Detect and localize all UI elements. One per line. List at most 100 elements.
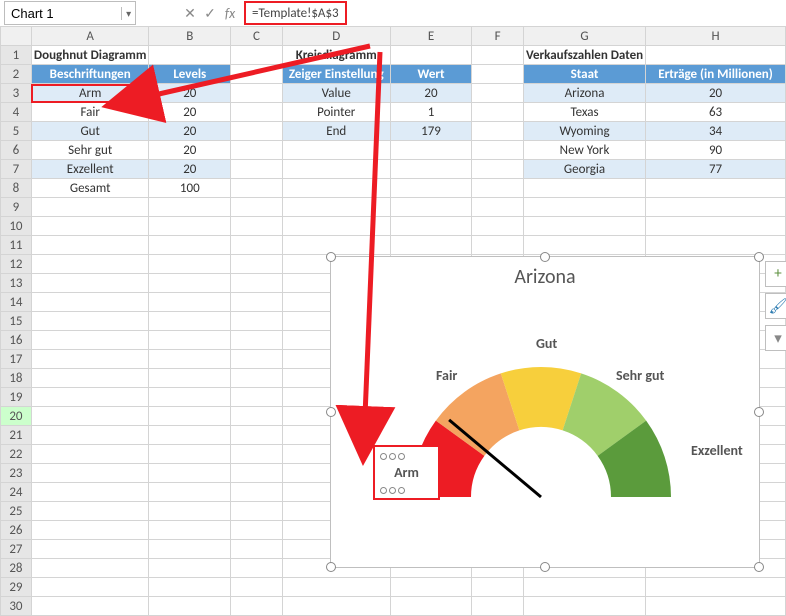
row-header-5[interactable]: 5 — [1, 122, 32, 141]
row-header-16[interactable]: 16 — [1, 331, 32, 350]
row-header-27[interactable]: 27 — [1, 540, 32, 559]
cell[interactable] — [31, 426, 149, 445]
cell[interactable] — [231, 179, 283, 198]
row-header-25[interactable]: 25 — [1, 502, 32, 521]
cell[interactable] — [390, 179, 472, 198]
row-header-6[interactable]: 6 — [1, 141, 32, 160]
cell[interactable] — [282, 597, 390, 616]
chart-object[interactable]: + 🖌 ▾ Arizona Arm Fair Gut Sehr gut Exz — [330, 256, 760, 568]
cell[interactable] — [149, 426, 231, 445]
col-header-E[interactable]: E — [390, 27, 472, 46]
cell[interactable]: Levels — [149, 65, 231, 84]
col-header-C[interactable]: C — [231, 27, 283, 46]
cell[interactable] — [231, 445, 283, 464]
resize-handle[interactable] — [540, 252, 550, 262]
cell[interactable] — [149, 274, 231, 293]
row-header-13[interactable]: 13 — [1, 274, 32, 293]
resize-handle[interactable] — [540, 562, 550, 572]
cell[interactable]: 20 — [149, 84, 231, 103]
row-header-4[interactable]: 4 — [1, 103, 32, 122]
cell[interactable]: 20 — [149, 103, 231, 122]
cell[interactable] — [523, 179, 645, 198]
cell[interactable]: Staat — [523, 65, 645, 84]
cell[interactable] — [231, 84, 283, 103]
chart-styles-button[interactable]: 🖌 — [765, 293, 786, 319]
cell[interactable] — [646, 46, 786, 65]
cell[interactable] — [31, 369, 149, 388]
row-header-30[interactable]: 30 — [1, 597, 32, 616]
cell[interactable] — [31, 559, 149, 578]
cell[interactable]: Wert — [390, 65, 472, 84]
cell[interactable] — [31, 312, 149, 331]
cell[interactable] — [231, 559, 283, 578]
cell[interactable] — [231, 293, 283, 312]
section-title[interactable]: Doughnut Diagramm — [31, 46, 149, 65]
cell[interactable] — [31, 597, 149, 616]
cell[interactable] — [149, 445, 231, 464]
cell[interactable] — [149, 331, 231, 350]
cell[interactable] — [31, 293, 149, 312]
cell[interactable] — [472, 122, 524, 141]
col-header-A[interactable]: A — [31, 27, 149, 46]
chart-title[interactable]: Arizona — [331, 265, 759, 289]
cell[interactable] — [472, 141, 524, 160]
cell[interactable] — [472, 597, 524, 616]
row-header-26[interactable]: 26 — [1, 521, 32, 540]
cell[interactable] — [646, 597, 786, 616]
row-header-2[interactable]: 2 — [1, 65, 32, 84]
row-header-9[interactable]: 9 — [1, 198, 32, 217]
cell[interactable] — [231, 141, 283, 160]
row-header-7[interactable]: 7 — [1, 160, 32, 179]
row-header-12[interactable]: 12 — [1, 255, 32, 274]
col-header-G[interactable]: G — [523, 27, 645, 46]
row-header-20[interactable]: 20 — [1, 407, 32, 426]
section-title[interactable]: Verkaufszahlen Daten — [523, 46, 645, 65]
cell[interactable] — [390, 141, 472, 160]
cell[interactable] — [282, 141, 390, 160]
cell[interactable] — [472, 103, 524, 122]
cell[interactable]: Georgia — [523, 160, 645, 179]
cell[interactable] — [523, 597, 645, 616]
cell[interactable] — [31, 388, 149, 407]
cell[interactable]: 34 — [646, 122, 786, 141]
cell[interactable] — [231, 274, 283, 293]
cell[interactable] — [231, 255, 283, 274]
resize-handle[interactable] — [326, 562, 336, 572]
cell[interactable] — [31, 483, 149, 502]
cell[interactable] — [149, 464, 231, 483]
select-all-corner[interactable] — [1, 27, 32, 46]
cell[interactable]: Sehr gut — [31, 141, 149, 160]
cell[interactable] — [472, 236, 524, 255]
cell[interactable] — [646, 578, 786, 597]
cell[interactable] — [149, 46, 231, 65]
row-header-10[interactable]: 10 — [1, 217, 32, 236]
cell[interactable]: Zeiger Einstellung — [282, 65, 390, 84]
chart-elements-button[interactable]: + — [765, 261, 786, 287]
cell[interactable]: 77 — [646, 160, 786, 179]
accept-icon[interactable]: ✓ — [200, 5, 220, 22]
cell[interactable] — [231, 160, 283, 179]
cell[interactable]: 20 — [149, 141, 231, 160]
cell[interactable] — [31, 445, 149, 464]
resize-handle[interactable] — [754, 562, 764, 572]
cell[interactable] — [231, 597, 283, 616]
cell[interactable]: Pointer — [282, 103, 390, 122]
cell[interactable] — [149, 236, 231, 255]
cell[interactable]: Exzellent — [31, 160, 149, 179]
cell[interactable] — [231, 407, 283, 426]
col-header-D[interactable]: D — [282, 27, 390, 46]
cell[interactable]: 20 — [390, 84, 472, 103]
cell[interactable] — [231, 464, 283, 483]
cell[interactable] — [231, 369, 283, 388]
cell[interactable]: 179 — [390, 122, 472, 141]
cell[interactable] — [31, 274, 149, 293]
cell[interactable]: End — [282, 122, 390, 141]
row-header-28[interactable]: 28 — [1, 559, 32, 578]
cell[interactable] — [390, 217, 472, 236]
row-header-15[interactable]: 15 — [1, 312, 32, 331]
cell[interactable]: Arizona — [523, 84, 645, 103]
cell[interactable] — [646, 217, 786, 236]
cell[interactable] — [149, 559, 231, 578]
cell[interactable] — [149, 578, 231, 597]
row-header-29[interactable]: 29 — [1, 578, 32, 597]
